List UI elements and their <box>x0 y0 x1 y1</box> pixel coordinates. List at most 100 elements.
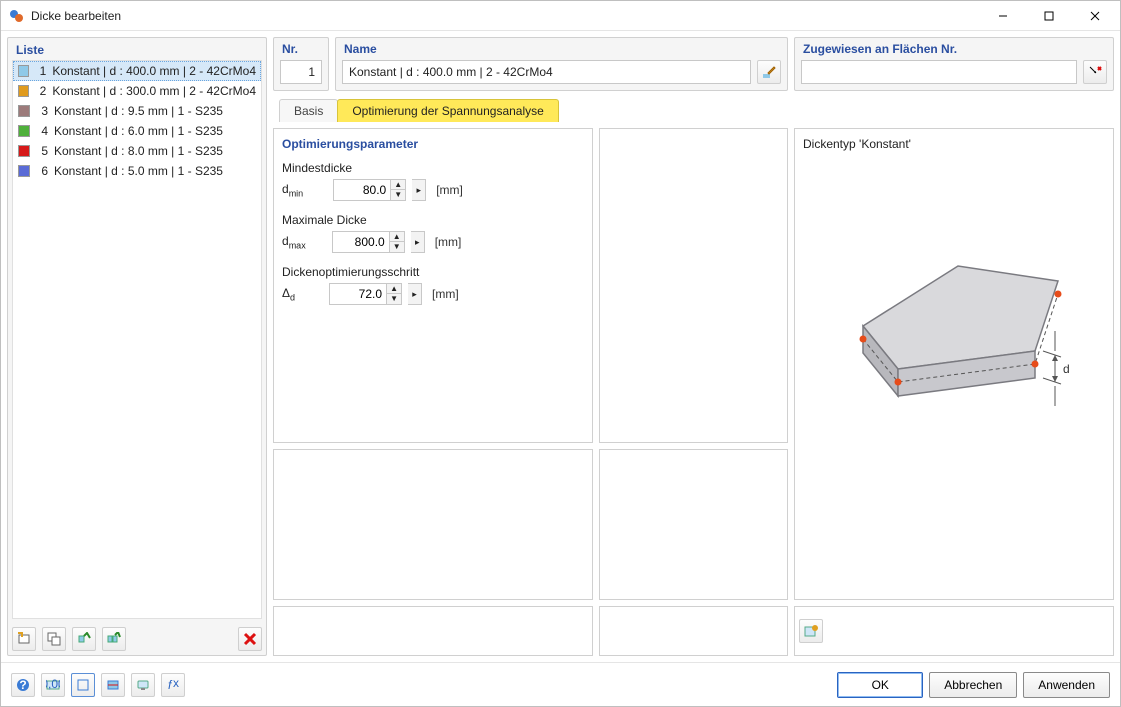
preview-toolbar <box>794 606 1114 656</box>
item-label: Konstant | d : 300.0 mm | 2 - 42CrMo4 <box>52 84 256 98</box>
help-button[interactable]: ? <box>11 673 35 697</box>
new-item-button[interactable] <box>12 627 36 651</box>
apply-button[interactable]: Anwenden <box>1023 672 1110 698</box>
min-thickness-label: Mindestdicke <box>282 161 584 175</box>
cancel-button[interactable]: Abbrechen <box>929 672 1017 698</box>
list-toolbar <box>8 623 266 655</box>
list-item[interactable]: 5 Konstant | d : 8.0 mm | 1 - S235 <box>13 141 261 161</box>
step-label: Dickenoptimierungsschritt <box>282 265 584 279</box>
thickness-list[interactable]: 1Konstant | d : 400.0 mm | 2 - 42CrMo42K… <box>12 60 262 619</box>
edit-name-button[interactable] <box>757 60 781 84</box>
check-all-button[interactable] <box>102 627 126 651</box>
item-number: 6 <box>36 164 48 178</box>
item-number: 2 <box>35 84 46 98</box>
min-thickness-value[interactable] <box>334 180 390 200</box>
thickness-diagram: d <box>803 181 1103 441</box>
max-spinner[interactable]: ▲▼ <box>389 232 404 252</box>
item-label: Konstant | d : 9.5 mm | 1 - S235 <box>54 104 223 118</box>
dialog-window: Dicke bearbeiten Liste 1Konstant | d : 4… <box>0 0 1121 707</box>
item-number: 3 <box>36 104 48 118</box>
blank-card-3 <box>599 449 788 600</box>
view-mode-1-button[interactable] <box>71 673 95 697</box>
assigned-label: Zugewiesen an Flächen Nr. <box>801 40 1107 60</box>
display-button[interactable] <box>131 673 155 697</box>
name-panel: Name Konstant | d : 400.0 mm | 2 - 42CrM… <box>335 37 788 91</box>
color-swatch <box>18 85 29 97</box>
params-card: Optimierungsparameter Mindestdicke dmin … <box>273 128 593 443</box>
name-label: Name <box>342 40 781 60</box>
max-thickness-row: dmax ▲▼ ▸ [mm] <box>282 231 584 253</box>
view-mode-2-button[interactable] <box>101 673 125 697</box>
item-label: Konstant | d : 6.0 mm | 1 - S235 <box>54 124 223 138</box>
dim-d-label: d <box>1063 362 1070 376</box>
params-title: Optimierungsparameter <box>282 137 584 151</box>
assigned-panel: Zugewiesen an Flächen Nr. <box>794 37 1114 91</box>
step-input[interactable]: ▲▼ <box>329 283 402 305</box>
assigned-field[interactable] <box>801 60 1077 84</box>
delta-d-symbol: Δd <box>282 286 295 302</box>
step-more-button[interactable]: ▸ <box>408 283 422 305</box>
dialog-body: Liste 1 Konstant | d : 400.0 mm | 2 - 42C… <box>1 31 1120 662</box>
color-swatch <box>18 65 29 77</box>
dmin-symbol: dmin <box>282 182 303 198</box>
list-title: Liste <box>8 38 266 60</box>
item-label: Konstant | d : 5.0 mm | 1 - S235 <box>54 164 223 178</box>
min-thickness-row: dmin ▲▼ ▸ [mm] <box>282 179 584 201</box>
delete-item-button[interactable] <box>238 627 262 651</box>
item-label: Konstant | d : 400.0 mm | 2 - 42CrMo4 <box>52 64 256 78</box>
max-thickness-value[interactable] <box>333 232 389 252</box>
max-more-button[interactable]: ▸ <box>411 231 425 253</box>
item-number: 5 <box>36 144 48 158</box>
color-swatch <box>18 125 30 137</box>
step-row: Δd ▲▼ ▸ [mm] <box>282 283 584 305</box>
units-button[interactable]: 0,00 <box>41 673 65 697</box>
tab-basis[interactable]: Basis <box>279 99 338 122</box>
name-field[interactable]: Konstant | d : 400.0 mm | 2 - 42CrMo4 <box>342 60 751 84</box>
footer: ? 0,00 fx OK Abbrechen Anwenden <box>1 662 1120 706</box>
color-swatch <box>18 165 30 177</box>
list-item[interactable]: 1 Konstant | d : 400.0 mm | 2 - 42CrMo4 <box>13 61 261 81</box>
svg-text:?: ? <box>19 678 26 692</box>
blank-card-4 <box>273 606 593 656</box>
nr-panel: Nr. 1 <box>273 37 329 91</box>
name-value: Konstant | d : 400.0 mm | 2 - 42CrMo4 <box>349 65 553 79</box>
step-spinner[interactable]: ▲▼ <box>386 284 401 304</box>
tab-optimization[interactable]: Optimierung der Spannungsanalyse <box>337 99 558 122</box>
min-more-button[interactable]: ▸ <box>412 179 426 201</box>
minimize-button[interactable] <box>980 1 1026 31</box>
max-thickness-label: Maximale Dicke <box>282 213 584 227</box>
item-label: Konstant | d : 8.0 mm | 1 - S235 <box>54 144 223 158</box>
min-thickness-input[interactable]: ▲▼ <box>333 179 406 201</box>
min-unit: [mm] <box>436 183 463 197</box>
item-number: 1 <box>35 64 46 78</box>
list-item[interactable]: 4 Konstant | d : 6.0 mm | 1 - S235 <box>13 121 261 141</box>
step-value[interactable] <box>330 284 386 304</box>
right-pane: Nr. 1 Name Konstant | d : 400.0 mm | 2 -… <box>273 37 1114 656</box>
item-number: 4 <box>36 124 48 138</box>
nr-label: Nr. <box>280 40 322 60</box>
header-row: Nr. 1 Name Konstant | d : 400.0 mm | 2 -… <box>273 37 1114 91</box>
pick-surfaces-button[interactable] <box>1083 60 1107 84</box>
max-unit: [mm] <box>435 235 462 249</box>
svg-text:x: x <box>173 678 179 690</box>
min-spinner[interactable]: ▲▼ <box>390 180 405 200</box>
tabs: Basis Optimierung der Spannungsanalyse <box>273 99 1114 122</box>
ok-button[interactable]: OK <box>837 672 923 698</box>
check-one-button[interactable] <box>72 627 96 651</box>
preview-settings-button[interactable] <box>799 619 823 643</box>
nr-value: 1 <box>308 65 315 79</box>
list-item[interactable]: 3 Konstant | d : 9.5 mm | 1 - S235 <box>13 101 261 121</box>
nr-field: 1 <box>280 60 322 84</box>
copy-item-button[interactable] <box>42 627 66 651</box>
left-pane: Liste 1 Konstant | d : 400.0 mm | 2 - 42C… <box>7 37 267 656</box>
svg-text:0,00: 0,00 <box>46 678 60 691</box>
max-thickness-input[interactable]: ▲▼ <box>332 231 405 253</box>
color-swatch <box>18 105 30 117</box>
maximize-button[interactable] <box>1026 1 1072 31</box>
preview-title: Dickentyp 'Konstant' <box>803 137 1105 151</box>
list-item[interactable]: 2 Konstant | d : 300.0 mm | 2 - 42CrMo4 <box>13 81 261 101</box>
function-button[interactable]: fx <box>161 673 185 697</box>
list-item[interactable]: 6 Konstant | d : 5.0 mm | 1 - S235 <box>13 161 261 181</box>
close-button[interactable] <box>1072 1 1118 31</box>
app-icon <box>9 8 25 24</box>
